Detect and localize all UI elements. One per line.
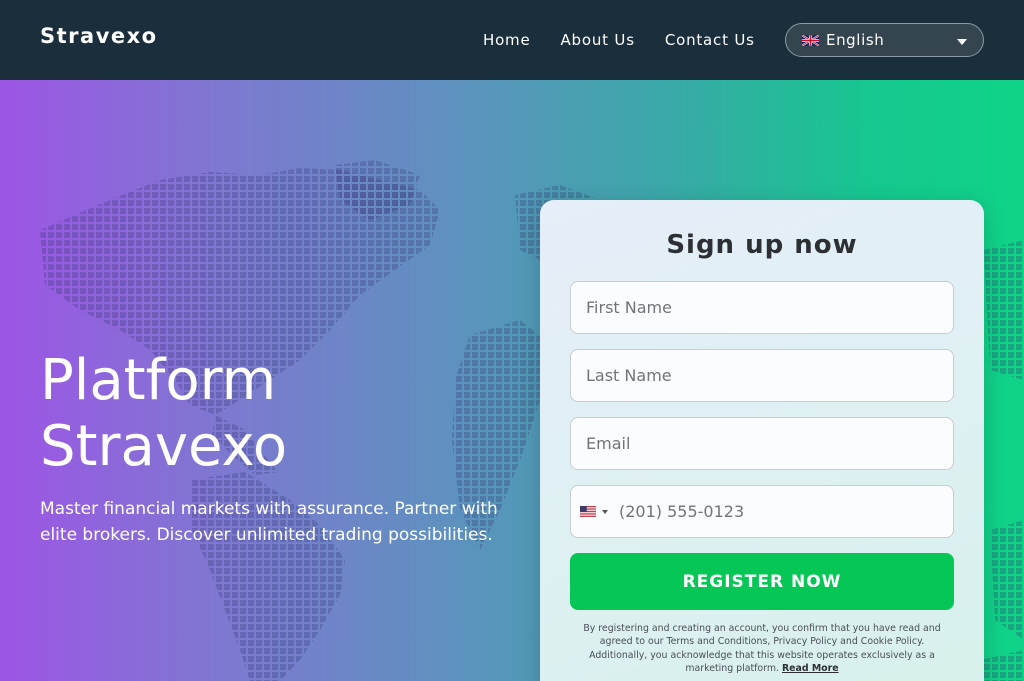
read-more-link[interactable]: Read More: [782, 663, 839, 674]
email-field[interactable]: [570, 417, 954, 470]
signup-title: Sign up now: [666, 230, 858, 260]
nav-links: Home About Us Contact Us: [483, 31, 785, 49]
chevron-down-icon: [602, 509, 608, 514]
uk-flag-icon: [802, 34, 819, 46]
hero-subtitle: Master financial markets with assurance.…: [40, 499, 498, 545]
hero-section: Platform Stravexo Master financial marke…: [0, 80, 1024, 681]
country-code-select[interactable]: [580, 506, 608, 517]
disclaimer-text: By registering and creating an account, …: [583, 623, 941, 675]
register-button[interactable]: REGISTER NOW: [570, 553, 954, 610]
brand-logo[interactable]: Stravexo: [40, 24, 158, 48]
nav-link-home[interactable]: Home: [483, 31, 531, 49]
hero-title: Platform Stravexo: [40, 348, 520, 480]
signup-disclaimer: By registering and creating an account, …: [574, 622, 950, 676]
hero-title-line2: Stravexo: [40, 414, 288, 479]
language-label: English: [826, 31, 885, 49]
first-name-field[interactable]: [570, 281, 954, 334]
top-navbar: Stravexo Home About Us Contact Us Englis…: [0, 0, 1024, 80]
nav-link-contact[interactable]: Contact Us: [665, 31, 755, 49]
chevron-down-icon: [957, 39, 967, 45]
nav-link-about[interactable]: About Us: [561, 31, 635, 49]
phone-field-wrapper: [570, 485, 954, 538]
us-flag-icon: [580, 506, 596, 517]
phone-field[interactable]: [619, 502, 919, 521]
hero-title-line1: Platform: [40, 348, 277, 413]
language-select[interactable]: English: [785, 23, 984, 57]
signup-card: Sign up now REGISTER NOW: [540, 200, 984, 681]
last-name-field[interactable]: [570, 349, 954, 402]
